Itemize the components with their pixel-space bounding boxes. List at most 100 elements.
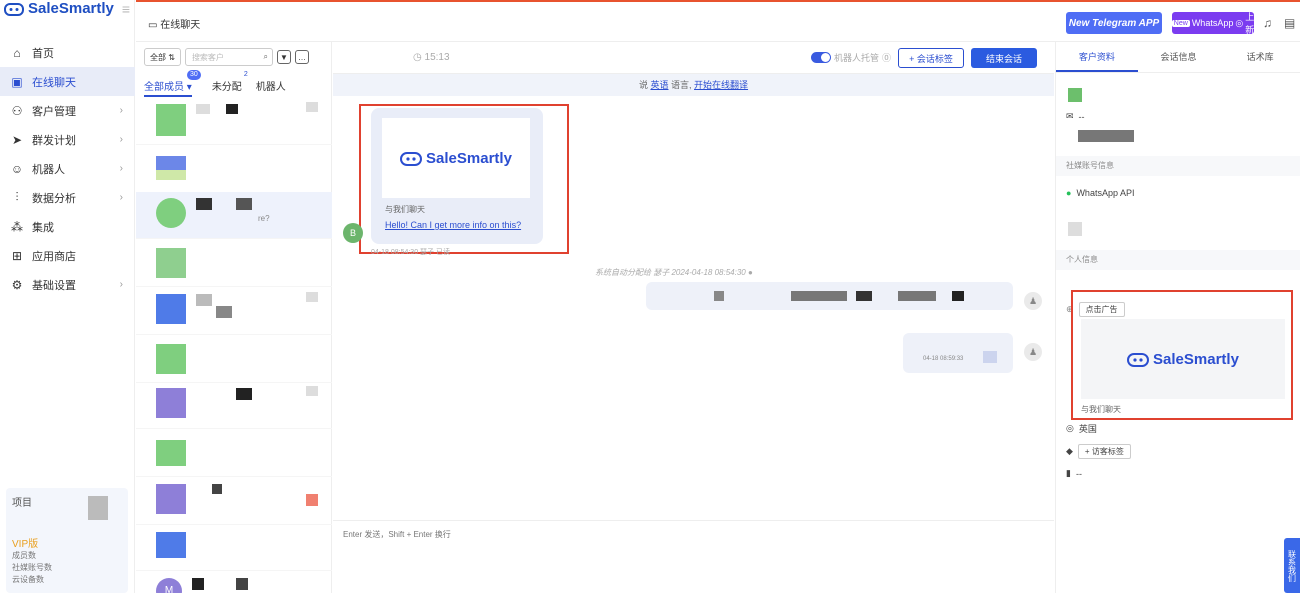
filter-all-dropdown[interactable]: 全部 ⇅	[144, 48, 181, 66]
list-item[interactable]: M	[136, 572, 332, 593]
chevron-right-icon: ›	[119, 105, 123, 116]
nav-item-robot[interactable]: ☺ 机器人 ›	[0, 154, 135, 183]
toggle-label: 机器人托管	[834, 53, 880, 63]
telegram-app-button[interactable]: New Telegram APP	[1066, 12, 1162, 34]
nav-label: 客户管理	[32, 105, 76, 118]
list-item[interactable]: re?	[136, 192, 332, 239]
nav-item-integration[interactable]: ⁂ 集成	[0, 212, 135, 241]
tab-label: 全部成员	[144, 82, 184, 93]
nav-item-settings[interactable]: ⚙ 基础设置 ›	[0, 270, 135, 299]
more-icon[interactable]: …	[294, 50, 309, 64]
whatsapp-button[interactable]: New WhatsApp ◎ 上新	[1171, 12, 1255, 35]
right-tabs: 客户资料 会话信息 话术库	[1056, 42, 1300, 73]
tab-session-info[interactable]: 会话信息	[1138, 42, 1220, 72]
globe-icon: ◎	[1066, 423, 1074, 433]
top-bar: ▭ 在线聊天 New Telegram APP New WhatsApp ◎ 上…	[136, 0, 1300, 42]
new-badge: New	[1171, 19, 1190, 27]
contact-us-button[interactable]: 联系我们	[1284, 538, 1300, 593]
logo-text: SaleSmartly	[28, 0, 114, 17]
country-value: 英国	[1078, 424, 1097, 434]
list-item[interactable]	[136, 336, 332, 383]
personal-section: 个人信息	[1056, 250, 1300, 270]
toggle-switch[interactable]	[811, 52, 831, 63]
list-tabs: 全部成员 30 ▾ 未分配 2 机器人	[144, 70, 332, 97]
nav-label: 基础设置	[32, 279, 76, 292]
agent-avatar: ♟	[1024, 343, 1042, 361]
nav-label: 机器人	[32, 163, 65, 176]
send-icon: ➤	[11, 132, 23, 147]
incoming-message: SaleSmartly 与我们聊天 Hello! Can I get more …	[371, 108, 543, 244]
visitor-tag-line: ◆ + 访客标签	[1066, 444, 1131, 459]
system-text: 系统自动分配给 瑟子 2024-04-18 08:54:30	[595, 268, 746, 277]
whatsapp-new-label: 上新	[1245, 12, 1255, 35]
vip-label[interactable]: VIP版	[12, 535, 122, 550]
tab-robot[interactable]: 机器人	[256, 78, 286, 97]
message-link[interactable]: Hello! Can I get more info on this?	[385, 220, 521, 230]
users-icon: ⚇	[11, 103, 23, 118]
whatsapp-api-label: WhatsApp API	[1076, 188, 1135, 198]
list-item[interactable]	[136, 524, 332, 571]
stat-devices: 云设备数	[12, 575, 44, 584]
chat-icon: ▭	[148, 20, 161, 31]
whatsapp-api-line: ● WhatsApp API	[1066, 188, 1134, 198]
nav-label: 群发计划	[32, 134, 76, 147]
nav-item-broadcast[interactable]: ➤ 群发计划 ›	[0, 125, 135, 154]
nav-label: 在线聊天	[32, 76, 76, 89]
stat-social: 社媒账号数	[12, 563, 52, 572]
list-item[interactable]	[136, 240, 332, 287]
customer-name	[1078, 130, 1134, 142]
list-item[interactable]	[136, 382, 332, 429]
input-placeholder: Enter 发送，Shift + Enter 换行	[343, 530, 451, 539]
count-badge: 2	[240, 70, 251, 80]
nav-label: 应用商店	[32, 250, 76, 263]
language-link[interactable]: 英语	[650, 80, 668, 90]
nav-item-app-store[interactable]: ⊞ 应用商店	[0, 241, 135, 270]
add-visitor-tag-button[interactable]: + 访客标签	[1077, 444, 1131, 459]
list-item[interactable]	[136, 288, 332, 335]
nav-item-home[interactable]: ⌂ 首页	[0, 38, 135, 67]
search-input[interactable]: 搜索客户 ⌕	[184, 48, 273, 66]
nav-item-customers[interactable]: ⚇ 客户管理 ›	[0, 96, 135, 125]
chevron-right-icon: ›	[119, 134, 123, 145]
whatsapp-icon: ●	[1066, 188, 1072, 198]
search-icon: ⌕	[263, 52, 268, 61]
translate-link[interactable]: 开始在线翻译	[694, 80, 748, 90]
tab-customer-profile[interactable]: 客户资料	[1056, 42, 1138, 72]
chat-icon: ▣	[11, 74, 23, 89]
customer-panel: 客户资料 会话信息 话术库 ✉ -- 社媒账号信息 ● WhatsApp API 个…	[1055, 42, 1300, 593]
list-item[interactable]	[136, 478, 332, 525]
tab-unassigned[interactable]: 未分配 2	[212, 70, 251, 97]
list-item[interactable]	[136, 98, 332, 145]
nav-item-live-chat[interactable]: ▣ 在线聊天	[0, 67, 135, 96]
bell-icon[interactable]: ♫	[1263, 16, 1272, 30]
outgoing-message	[646, 282, 1013, 310]
whatsapp-icon: ◎	[1235, 17, 1244, 28]
chat-time: ◷ 15:13	[413, 52, 450, 63]
row-avatar: M	[156, 578, 182, 593]
list-filters: 全部 ⇅ 搜索客户 ⌕ ▼ …	[144, 48, 309, 66]
country-line: ◎ 英国	[1066, 422, 1097, 435]
message-input[interactable]: Enter 发送，Shift + Enter 换行	[333, 520, 1054, 593]
end-chat-button[interactable]: 结束会话	[971, 48, 1037, 68]
settings-icon: ⚙	[11, 277, 23, 292]
system-message: 系统自动分配给 瑟子 2024-04-18 08:54:30 ●	[595, 268, 753, 277]
agent-avatar: ♟	[1024, 292, 1042, 310]
home-icon: ⌂	[13, 45, 21, 60]
language-bar: 说 英语 语言, 开始在线翻译	[333, 74, 1054, 96]
conversation-list: 全部 ⇅ 搜索客户 ⌕ ▼ … 全部成员 30 ▾ 未分配 2 机器人 re? M	[136, 42, 332, 593]
ad-card[interactable]: SaleSmartly	[382, 118, 530, 198]
nav-item-analytics[interactable]: ⫶ 数据分析 ›	[0, 183, 135, 212]
tab-scripts[interactable]: 话术库	[1219, 42, 1300, 72]
notes-icon[interactable]: ▤	[1284, 16, 1295, 30]
robot-toggle[interactable]: 机器人托管 ⓪	[811, 51, 891, 64]
tab-all-members[interactable]: 全部成员 30 ▾	[144, 70, 201, 97]
list-item[interactable]	[136, 146, 332, 193]
tag-icon: ◆	[1066, 446, 1073, 456]
outgoing-message: 04-18 08:59:33	[903, 333, 1013, 373]
robot-icon: ☺	[10, 161, 24, 176]
filter-icon[interactable]: ▼	[276, 50, 291, 64]
menu-collapse-icon[interactable]: ≡	[122, 1, 130, 17]
list-item[interactable]	[136, 430, 332, 477]
email-icon: ✉	[1066, 111, 1074, 121]
add-session-tag-button[interactable]: + 会话标签	[898, 48, 964, 68]
